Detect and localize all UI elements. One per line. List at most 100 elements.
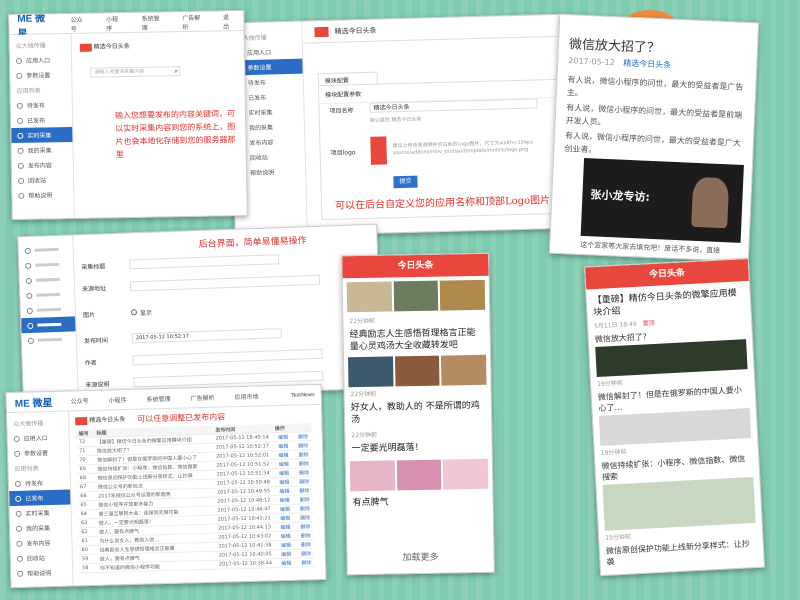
sidebar-item-list-5[interactable]: 回收站 bbox=[11, 549, 72, 566]
radio-icon[interactable] bbox=[130, 308, 138, 315]
circle-icon bbox=[15, 495, 22, 502]
logo-preview[interactable] bbox=[370, 136, 388, 165]
delete-link[interactable]: 删除 bbox=[298, 533, 314, 539]
delete-link[interactable]: 删除 bbox=[296, 470, 312, 476]
form-input-1[interactable] bbox=[129, 274, 321, 292]
feed-item-title[interactable]: 微信原创保护功能上线新分享样式：让抄袭 bbox=[606, 538, 758, 568]
edit-link[interactable]: 编辑 bbox=[275, 452, 291, 458]
edit-link[interactable]: 编辑 bbox=[275, 443, 291, 449]
delete-link[interactable]: 删除 bbox=[296, 452, 312, 458]
edit-link[interactable]: 编辑 bbox=[278, 551, 294, 557]
delete-link[interactable]: 删除 bbox=[298, 542, 314, 548]
delete-link[interactable]: 删除 bbox=[298, 560, 314, 566]
edit-link[interactable]: 编辑 bbox=[278, 533, 294, 539]
tab-2[interactable]: 系统管理 bbox=[131, 13, 172, 32]
row-actions: 编辑 删除 bbox=[274, 514, 314, 522]
sidebar-item-list-2[interactable]: 实时采集 bbox=[9, 505, 70, 522]
edit-link[interactable]: 编辑 bbox=[276, 470, 292, 476]
sidebar-item-list-5[interactable]: 回收站 bbox=[12, 172, 73, 188]
thumb-image[interactable] bbox=[441, 354, 487, 386]
edit-link[interactable]: 编辑 bbox=[277, 506, 293, 512]
feed-item[interactable]: 微信放大招了？ 19分钟前 bbox=[595, 326, 749, 388]
sidebar-item-list-4[interactable]: 发布内容 bbox=[10, 534, 71, 551]
thumb-image[interactable] bbox=[393, 280, 439, 312]
delete-link[interactable]: 删除 bbox=[297, 506, 313, 512]
edit-link[interactable]: 编辑 bbox=[278, 560, 294, 566]
feed-item[interactable]: 微信解封了！但是在俄罗斯的中国人要小心了… 19分钟前 bbox=[598, 384, 752, 457]
edit-link[interactable]: 编辑 bbox=[277, 497, 293, 503]
sidebar-item-list-3[interactable]: 我的采集 bbox=[11, 142, 72, 158]
sidebar-item-label: 待发布 bbox=[26, 102, 45, 110]
edit-link[interactable]: 编辑 bbox=[275, 434, 291, 440]
thumb-image[interactable] bbox=[349, 460, 396, 492]
feed-item-image[interactable] bbox=[602, 476, 756, 531]
sidebar-item-list-1[interactable]: 已发布 bbox=[9, 489, 71, 507]
delete-link[interactable]: 删除 bbox=[297, 497, 313, 503]
feed-item-title[interactable]: 有点脾气 bbox=[346, 491, 492, 514]
sidebar-item-top-1[interactable]: 参数设置 bbox=[10, 67, 71, 83]
delete-link[interactable]: 删除 bbox=[296, 488, 312, 494]
feed-item[interactable]: 微信原创保护功能上线新分享样式：让抄袭 bbox=[606, 538, 758, 568]
sidebar-item-list-6[interactable]: 帮助说明 bbox=[11, 564, 72, 581]
feed-item[interactable]: 微信持续扩张：小程序、微信指数、微信搜索 19分钟前 bbox=[601, 453, 756, 542]
tab-4[interactable]: 应用市场 bbox=[224, 391, 268, 402]
sidebar-item-list-4[interactable]: 发布内容 bbox=[12, 157, 73, 173]
edit-link[interactable]: 编辑 bbox=[277, 524, 293, 530]
feed-item-title[interactable]: 一定要光明磊落！ bbox=[345, 437, 491, 460]
delete-link[interactable]: 删除 bbox=[296, 479, 312, 485]
form-input-0[interactable] bbox=[129, 254, 280, 270]
published-table: 编号 标题 发布时间 操作 72 【重磅】精仿今日头条的微擎应用模块介绍 2017-05-1… bbox=[75, 423, 316, 574]
tab-4[interactable]: 退出 bbox=[213, 11, 244, 30]
thumb-image[interactable] bbox=[394, 355, 440, 387]
radio-group[interactable]: 显示 bbox=[130, 307, 152, 317]
delete-link[interactable]: 删除 bbox=[297, 524, 313, 530]
delete-link[interactable]: 删除 bbox=[296, 461, 312, 467]
tab-0[interactable]: 公众号 bbox=[60, 14, 96, 33]
feed-item-title[interactable]: 经典励志人生感悟哲理格言正能量心灵鸡汤大全收藏转发吧 bbox=[343, 323, 490, 356]
sidebar-item-list-3[interactable]: 我的采集 bbox=[10, 520, 71, 537]
search-icon[interactable]: ⌕ bbox=[174, 67, 178, 76]
tab-2[interactable]: 系统管理 bbox=[136, 394, 180, 404]
thumb-image[interactable] bbox=[443, 458, 489, 490]
feed-item-title[interactable]: 好女人，教助人的 不是所谓的鸡汤 bbox=[345, 396, 492, 431]
thumb-image[interactable] bbox=[396, 459, 442, 491]
delete-link[interactable]: 删除 bbox=[295, 443, 311, 449]
form-input-4[interactable] bbox=[132, 348, 323, 366]
tab-0[interactable]: 公众号 bbox=[60, 396, 98, 406]
delete-link[interactable]: 删除 bbox=[297, 515, 313, 521]
thumb-image[interactable] bbox=[347, 356, 394, 388]
sidebar-item-top-0[interactable]: 应用入口 bbox=[10, 52, 71, 68]
thumb-image[interactable] bbox=[440, 279, 486, 311]
article-footer-text: 这个宣家等大家去填充吧！废话不多说，直接 bbox=[580, 240, 721, 255]
delete-link[interactable]: 删除 bbox=[295, 434, 311, 440]
edit-link[interactable]: 编辑 bbox=[277, 515, 293, 521]
tab-1[interactable]: 小程序 bbox=[96, 13, 132, 32]
sidebar-item-top-1[interactable]: 参数设置 bbox=[8, 445, 69, 462]
sidebar-item-list-6[interactable]: 帮助说明 bbox=[12, 187, 73, 203]
sidebar-item-list-0[interactable]: 待发布 bbox=[11, 97, 72, 113]
tab-3[interactable]: 广告解析 bbox=[180, 392, 224, 403]
row-actions: 编辑 删除 bbox=[273, 460, 313, 468]
edit-link[interactable]: 编辑 bbox=[276, 479, 292, 485]
article-source[interactable]: 精选今日头条 bbox=[623, 59, 671, 70]
load-more-button[interactable]: 加载更多 bbox=[347, 549, 493, 565]
thumb-image[interactable] bbox=[346, 281, 392, 313]
delete-link[interactable]: 删除 bbox=[298, 551, 314, 557]
sidebar-item-top-0[interactable]: 应用入口 bbox=[8, 430, 69, 447]
edit-link[interactable]: 编辑 bbox=[276, 488, 292, 494]
tab-1[interactable]: 小程序 bbox=[98, 395, 136, 405]
sidebar-item-list-1[interactable]: 已发布 bbox=[11, 112, 72, 128]
sidebar-item-list-2[interactable]: 实时采集 bbox=[11, 126, 73, 144]
sidebar-item-list-0[interactable]: 待发布 bbox=[9, 475, 70, 492]
edit-form-panel: 后台界面，简单易懂易操作 采集标题 来源地址 图片 显示 发布时间 2017-05-12 … bbox=[17, 223, 383, 402]
edit-link[interactable]: 编辑 bbox=[278, 542, 294, 548]
edit-link[interactable]: 编辑 bbox=[276, 461, 292, 467]
tab-3[interactable]: 广告解析 bbox=[172, 12, 213, 31]
submit-button[interactable]: 提交 bbox=[393, 175, 418, 189]
user-menu[interactable]: TestNews bbox=[291, 392, 315, 399]
publish-time-input[interactable]: 2017-05-12 10:52:17 bbox=[131, 328, 282, 344]
row-actions: 编辑 删除 bbox=[273, 469, 313, 477]
sidebar-item-6[interactable] bbox=[22, 331, 76, 348]
row-title[interactable]: 你不知道的微信小程序功能 bbox=[97, 561, 216, 572]
keyword-search-input[interactable]: 请输入关键词采集内容 bbox=[90, 66, 181, 78]
